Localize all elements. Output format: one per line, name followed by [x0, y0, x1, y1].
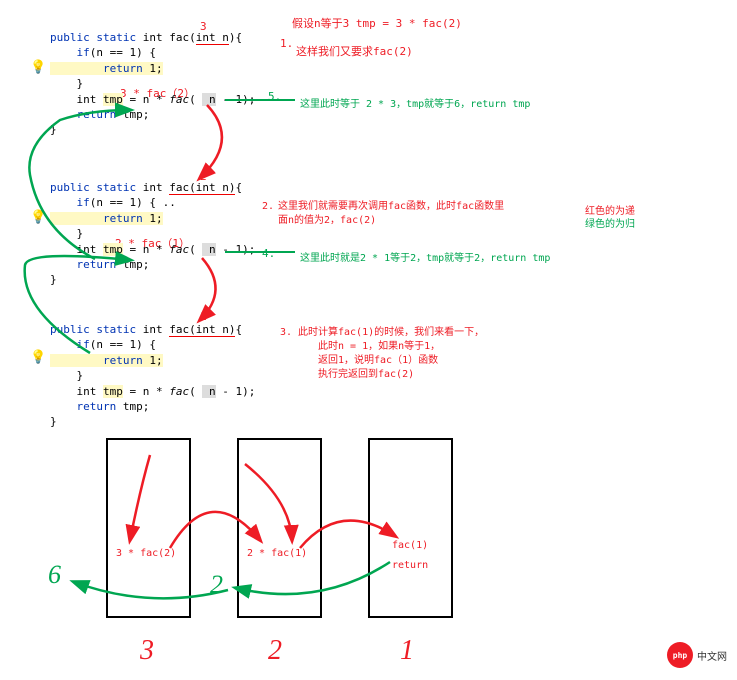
php-logo: php 中文网	[667, 642, 727, 668]
step4-marker: 4.	[262, 247, 275, 260]
step5-marker: 5.	[268, 90, 281, 103]
step2-marker: 2.	[262, 200, 274, 214]
logo-icon: php	[667, 642, 693, 668]
assumption-num1: 1.	[280, 36, 293, 51]
step5-text: 这里此时等于 2 * 3，tmp就等于6，return tmp	[300, 98, 530, 112]
stack-text-3b: return	[392, 560, 428, 571]
bulb-icon-2: 💡	[30, 210, 46, 225]
legend-green: 绿色的为归	[585, 218, 635, 232]
step3-text-b: 此时n = 1，如果n等于1，返回1，说明fac（1）函数执行完返回到fac(2…	[318, 340, 448, 382]
legend-red: 红色的为递	[585, 205, 635, 219]
step3-marker: 3.	[280, 326, 292, 340]
stack-text-3a: fac(1)	[392, 540, 428, 551]
handwritten-6: 6	[48, 560, 61, 590]
handwritten-b3: 3	[140, 635, 154, 667]
stack-box-3	[368, 438, 453, 618]
step3-text-a: 此时计算fac(1)的时候，我们来看一下，	[298, 326, 498, 340]
stack-text-2: 2 * fac(1)	[247, 548, 307, 559]
code-block-1: public static int fac(int n){ if(n == 1)…	[50, 30, 255, 138]
assumption-sub: 这样我们又要求fac(2)	[296, 44, 413, 59]
handwritten-b1: 1	[400, 635, 414, 667]
stack-box-1	[106, 438, 191, 618]
step4-text: 这里此时就是2 * 1等于2，tmp就等于2，return tmp	[300, 252, 550, 266]
stack-box-2	[237, 438, 322, 618]
stack-text-1: 3 * fac(2)	[116, 548, 176, 559]
code-block-2: public static int fac(int n){ if(n == 1)…	[50, 180, 255, 288]
handwritten-b2: 2	[268, 635, 282, 667]
bulb-icon-3: 💡	[30, 350, 46, 365]
assumption-text: 假设n等于3 tmp = 3 * fac(2)	[292, 16, 462, 31]
handwritten-big2: 2	[210, 570, 223, 600]
bulb-icon: 💡	[30, 60, 46, 75]
step2-text: 这里我们就需要再次调用fac函数，此时fac函数里面n的值为2，fac(2)	[278, 200, 508, 228]
logo-text: 中文网	[697, 648, 727, 663]
code-block-3: public static int fac(int n){ if(n == 1)…	[50, 322, 255, 430]
